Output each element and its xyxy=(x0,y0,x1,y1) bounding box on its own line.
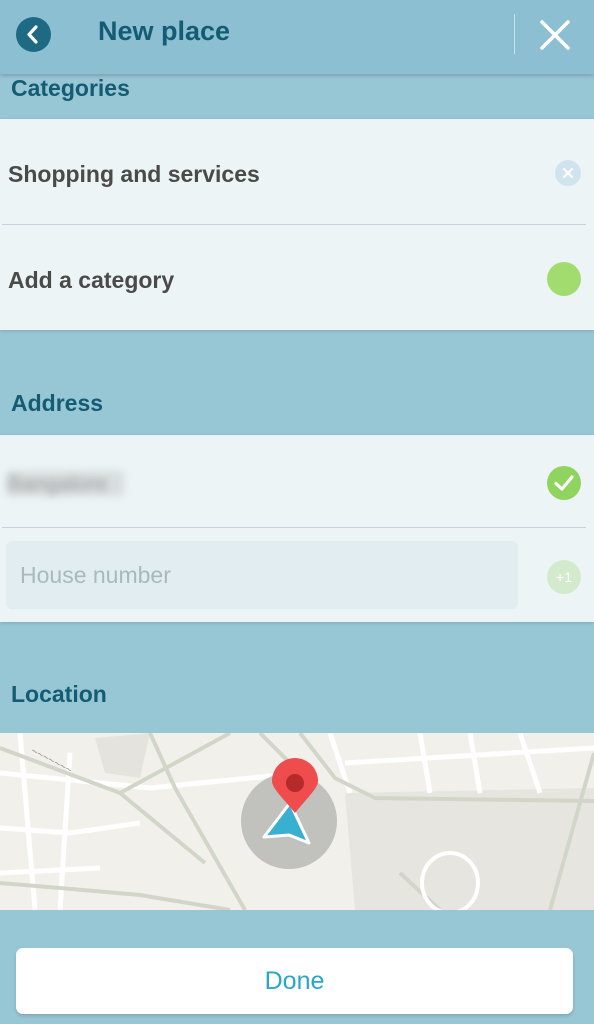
close-button[interactable] xyxy=(536,16,574,54)
street-field[interactable]: Bangalore xyxy=(7,471,124,496)
done-button[interactable]: Done xyxy=(16,948,573,1014)
add-category-button[interactable] xyxy=(547,262,581,296)
header-divider xyxy=(514,14,515,54)
address-heading: Address xyxy=(11,390,104,416)
street-confirmed-badge xyxy=(547,466,581,500)
check-icon xyxy=(554,475,574,491)
row-divider xyxy=(2,224,586,225)
location-map[interactable]: ~~~~~~~ xyxy=(0,733,594,910)
map-streets: ~~~~~~~ xyxy=(0,733,594,910)
page-title: New place xyxy=(98,16,231,46)
categories-heading: Categories xyxy=(11,75,130,101)
add-category-link[interactable]: Add a category xyxy=(8,267,174,294)
clear-icon xyxy=(563,168,573,178)
increment-house-number-button[interactable]: +1 xyxy=(547,560,581,594)
location-heading: Location xyxy=(11,681,107,707)
remove-category-button[interactable] xyxy=(555,160,581,186)
row-divider xyxy=(2,527,586,528)
categories-card: Shopping and services Add a category xyxy=(0,119,594,330)
back-button[interactable] xyxy=(16,17,51,52)
close-icon xyxy=(540,20,570,50)
category-item: Shopping and services xyxy=(8,161,260,187)
chevron-left-icon xyxy=(27,25,38,44)
top-bar: New place xyxy=(0,0,594,74)
house-number-input[interactable] xyxy=(6,541,518,609)
